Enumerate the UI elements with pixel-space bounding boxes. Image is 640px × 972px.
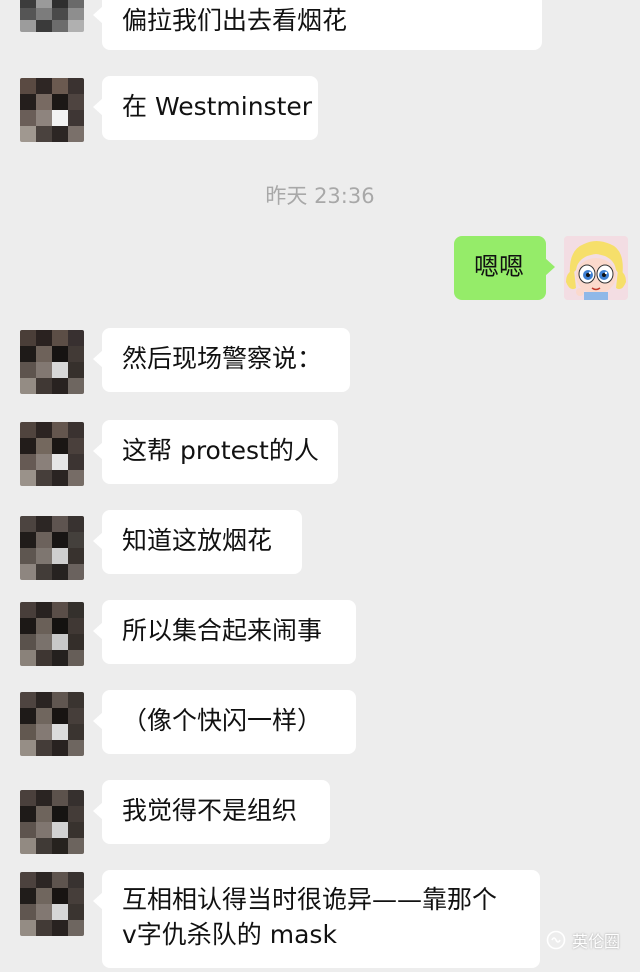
watermark-text: 英伦圈 bbox=[571, 932, 620, 951]
contact-avatar[interactable] bbox=[20, 0, 84, 32]
contact-avatar[interactable] bbox=[20, 78, 84, 142]
contact-avatar[interactable] bbox=[20, 516, 84, 580]
contact-avatar[interactable] bbox=[20, 330, 84, 394]
user-avatar[interactable] bbox=[564, 236, 628, 300]
contact-avatar[interactable] bbox=[20, 692, 84, 756]
message-timestamp: 昨天 23:36 bbox=[265, 184, 375, 208]
contact-avatar[interactable] bbox=[20, 872, 84, 936]
incoming-message-bubble[interactable]: 互相相认得当时很诡异——靠那个 v字仇杀队的 mask bbox=[93, 870, 540, 968]
watermark: 英伦圈 bbox=[546, 928, 620, 952]
message-line: 互相相认得当时很诡异——靠那个 bbox=[122, 885, 498, 914]
incoming-message-bubble[interactable]: 这帮 protest的人 bbox=[93, 420, 338, 484]
contact-avatar[interactable] bbox=[20, 422, 84, 486]
incoming-message-bubble[interactable]: 偏拉我们出去看烟花 bbox=[93, 0, 542, 50]
contact-avatar[interactable] bbox=[20, 602, 84, 666]
contact-avatar[interactable] bbox=[20, 790, 84, 854]
incoming-message-bubble[interactable]: 然后现场警察说： bbox=[93, 328, 350, 392]
message-line: v字仇杀队的 mask bbox=[122, 920, 337, 949]
incoming-message-bubble[interactable]: 知道这放烟花 bbox=[93, 510, 302, 574]
wechat-channel-icon bbox=[546, 930, 566, 950]
cartoon-girl-icon bbox=[564, 236, 628, 300]
incoming-message-bubble[interactable]: 所以集合起来闹事 bbox=[93, 600, 356, 664]
incoming-message-bubble[interactable]: （像个快闪一样） bbox=[93, 690, 356, 754]
chat-view[interactable]: 偏拉我们出去看烟花 在 Westminster 昨天 23:36 嗯嗯 然后现场… bbox=[0, 0, 640, 972]
incoming-message-bubble[interactable]: 我觉得不是组织 bbox=[93, 780, 330, 844]
incoming-message-bubble[interactable]: 在 Westminster bbox=[93, 76, 318, 140]
outgoing-message-bubble[interactable]: 嗯嗯 bbox=[454, 236, 555, 300]
